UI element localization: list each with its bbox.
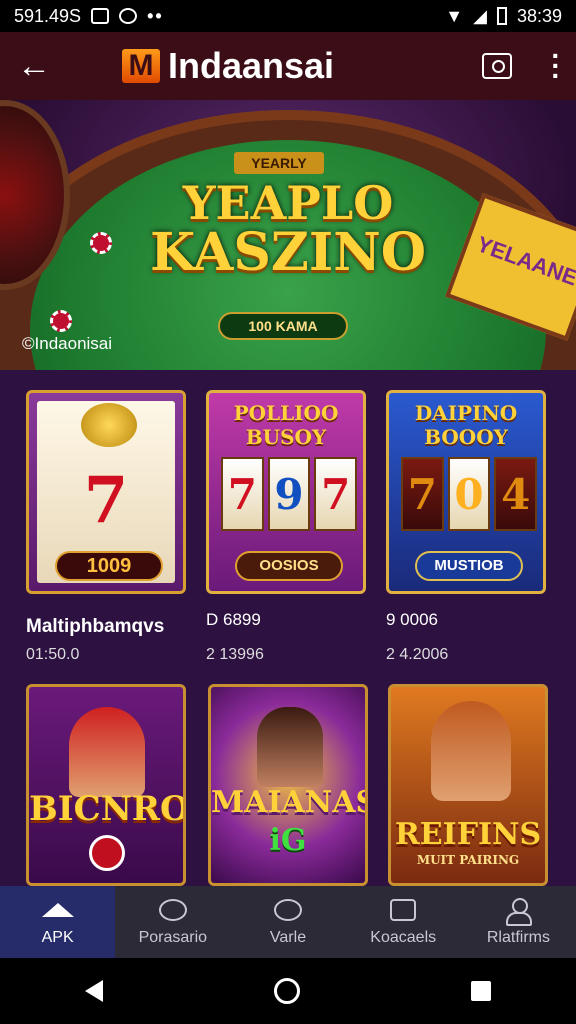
game-card[interactable]: DAIPINO BOOOY 7 0 4 MUSTIOB — [386, 390, 546, 594]
brand-name: Indaansai — [168, 45, 335, 86]
app-bar: ← M Indaansai · · · — [0, 32, 576, 100]
user-icon — [503, 897, 533, 926]
system-back-icon[interactable] — [85, 980, 104, 1002]
bottom-nav: APK Porasario Varle Koacaels Rlatfirms — [0, 886, 576, 958]
nav-item-apk[interactable]: APK — [0, 886, 116, 958]
chat-bubble-icon — [273, 897, 303, 923]
game-card[interactable]: POLLIOO BUSOY 7 9 7 OOSIOS — [206, 390, 366, 594]
nav-label: APK — [41, 929, 74, 946]
slot-reels: 7 9 7 — [221, 457, 358, 531]
signal-icon: ◢ — [473, 5, 487, 26]
slot-reel: 7 — [401, 457, 444, 531]
game-title: POLLIOO BUSOY — [233, 401, 339, 449]
wifi-icon: ▼ — [445, 5, 464, 26]
game-title: REIFINS — [394, 817, 542, 852]
game-title: DAIPINO BOOOY — [414, 401, 518, 449]
battery-icon — [496, 7, 507, 25]
nav-item-koacaels[interactable]: Koacaels — [346, 886, 461, 958]
brand: M Indaansai — [122, 45, 334, 87]
status-right: ▼ ◢ 38:39 — [445, 6, 562, 27]
nav-item-rlatfirms[interactable]: Rlatfirms — [461, 886, 576, 958]
game-meta-title: D 6899 — [206, 610, 261, 629]
b-badge-icon — [119, 8, 138, 24]
status-left-text: 591.49S — [14, 5, 82, 26]
game-big-glyph: 7 — [83, 463, 129, 538]
slot-reel: 0 — [447, 457, 491, 531]
game-meta-title: 9 0006 — [386, 610, 438, 629]
game-title: MAIANAS — [211, 785, 368, 820]
tv-icon — [388, 897, 418, 923]
game-meta-sub: 2 13996 — [206, 646, 264, 663]
game-pill: OOSIOS — [235, 551, 343, 581]
slot-reel: 7 — [221, 457, 264, 531]
image-icon — [91, 8, 110, 24]
app-bar-actions: · · · — [482, 32, 566, 100]
chip-icon — [50, 310, 72, 332]
home-icon — [41, 897, 74, 923]
game-meta-sub: 01:50.0 — [26, 646, 80, 663]
nav-item-varle[interactable]: Varle — [230, 886, 345, 958]
nav-label: Varle — [269, 929, 307, 946]
nav-label: Koacaels — [370, 929, 437, 946]
game-subtitle: MUIT PAIRING — [416, 853, 520, 867]
game-meta-title: Maltiphbamqvs — [26, 616, 165, 637]
no-symbol-icon — [89, 835, 125, 871]
back-arrow-icon[interactable]: ← — [0, 32, 68, 100]
game-card[interactable]: REIFINS MUIT PAIRING — [388, 684, 548, 886]
character-portrait — [431, 701, 511, 801]
chat-bubble-icon — [158, 897, 188, 923]
game-pill: MUSTIOB — [415, 551, 523, 581]
hero-banner[interactable]: YELAANE YEARLY YEAPLO KASZINO 100 KAMA ©… — [0, 100, 576, 370]
system-recents-icon[interactable] — [470, 981, 491, 1001]
status-time: 38:39 — [516, 5, 562, 26]
slot-reels: 7 0 4 — [401, 457, 538, 531]
nav-label: Porasario — [138, 929, 208, 946]
game-card[interactable]: BICNRO — [26, 684, 186, 886]
character-portrait — [69, 707, 145, 797]
hero-title-line2: KASZINO — [149, 222, 427, 283]
status-bar: 591.49S •• ▼ ◢ 38:39 — [0, 0, 576, 32]
system-nav-bar — [0, 958, 576, 1024]
status-left: 591.49S •• — [14, 6, 164, 27]
game-title: BICNRO — [29, 789, 186, 829]
slot-reel: 7 — [314, 457, 358, 531]
game-subtitle: iG — [269, 823, 307, 858]
game-meta-sub: 2 4.2006 — [386, 646, 449, 663]
nav-label: Rlatfirms — [486, 929, 550, 946]
coin-icon — [81, 403, 137, 447]
game-pill: 1009 — [55, 551, 163, 581]
hero-title-top: YEARLY — [234, 152, 324, 174]
hero-caption: ©Indaonisai — [22, 334, 113, 353]
system-home-icon[interactable] — [273, 978, 300, 1004]
hero-badge: 100 KAMA — [218, 312, 348, 340]
game-card[interactable]: MAIANAS iG — [208, 684, 368, 886]
slot-reel: 4 — [494, 457, 538, 531]
more-dots-icon: •• — [147, 5, 164, 26]
game-grid: 7 1009 POLLIOO BUSOY 7 9 7 OOSIOS DAIPIN… — [0, 370, 576, 886]
nav-item-porasario[interactable]: Porasario — [115, 886, 230, 958]
slot-reel: 9 — [267, 457, 311, 531]
more-vertical-icon[interactable]: · · · — [546, 42, 566, 90]
brand-logo: M — [122, 49, 160, 83]
game-card[interactable]: 7 1009 — [26, 390, 186, 594]
search-icon[interactable] — [482, 53, 512, 79]
character-portrait — [257, 707, 323, 787]
